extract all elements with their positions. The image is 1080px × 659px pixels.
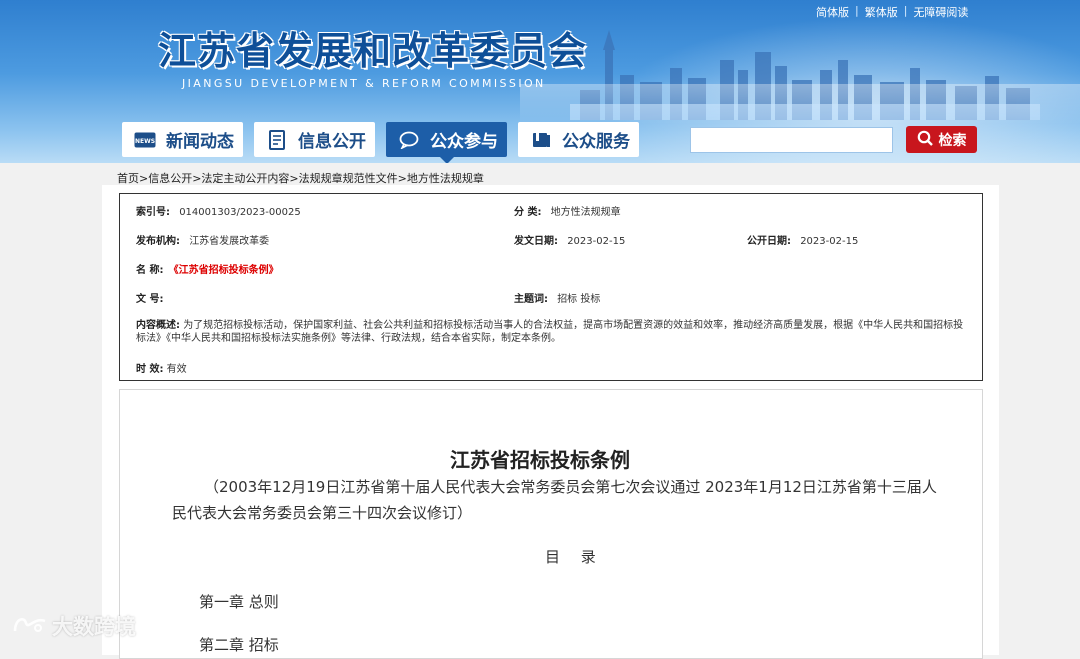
document-title: 江苏省招标投标条例 — [450, 448, 630, 472]
nav-label: 新闻动态 — [166, 132, 234, 152]
chapter-item[interactable]: 第一章 总则 — [199, 591, 279, 612]
nav-news[interactable]: NEWS 新闻动态 — [122, 122, 243, 157]
site-title[interactable]: 江苏省发展和改革委员会 — [158, 20, 587, 75]
publisher-value: 江苏省发展改革委 — [189, 236, 270, 247]
nav-label: 公众参与 — [430, 132, 498, 152]
top-links: 简体版 | 繁体版 | 无障碍阅读 — [816, 4, 968, 20]
index-field: 索引号: 014001303/2023-00025 — [136, 207, 301, 218]
category-value: 地方性法规规章 — [550, 207, 621, 218]
water-reflection — [520, 84, 1080, 124]
index-value: 014001303/2023-00025 — [179, 207, 301, 218]
summary-value: 为了规范招标投标活动，保护国家利益、社会公共利益和招标投标活动当事人的合法权益，… — [136, 320, 964, 344]
nav-public-participation[interactable]: 公众参与 — [386, 122, 507, 163]
publisher-field: 发布机构: 江苏省发展改革委 — [136, 236, 270, 247]
news-icon: NEWS — [134, 130, 156, 150]
site-subtitle: JIANGSU DEVELOPMENT & REFORM COMMISSION — [182, 77, 546, 90]
document-note: （2003年12月19日江苏省第十届人民代表大会常务委员会第七次会议通过 202… — [172, 478, 937, 522]
public-date-field: 公开日期: 2023-02-15 — [747, 236, 859, 247]
keyword-value: 招标 投标 — [557, 294, 601, 305]
search-button[interactable]: 检索 — [906, 126, 977, 153]
issue-date-field: 发文日期: 2023-02-15 — [514, 236, 626, 247]
chat-bubble-icon — [398, 130, 420, 150]
validity-value: 有效 — [166, 364, 187, 375]
breadcrumb[interactable]: 首页>信息公开>法定主动公开内容>法规规章规范性文件>地方性法规规章 — [117, 170, 484, 186]
validity-field: 时 效: 有效 — [136, 364, 187, 375]
document-icon — [266, 129, 288, 150]
divider: | — [903, 4, 908, 17]
category-field: 分 类: 地方性法规规章 — [514, 207, 621, 218]
search-icon — [917, 130, 933, 150]
watermark-logo-icon — [12, 613, 48, 640]
nav-label: 公众服务 — [562, 132, 630, 152]
svg-text:NEWS: NEWS — [135, 138, 155, 145]
site-header: 简体版 | 繁体版 | 无障碍阅读 江苏省发展和改革委员会 JIANGSU DE… — [0, 0, 1080, 163]
book-icon — [530, 130, 552, 150]
search-input[interactable] — [690, 127, 893, 153]
nav-info-public[interactable]: 信息公开 — [254, 122, 375, 157]
toc-heading: 目 录 — [545, 548, 604, 566]
info-table: 索引号: 014001303/2023-00025 分 类: 地方性法规规章 发… — [119, 193, 983, 381]
main-nav: NEWS 新闻动态 信息公开 公众参与 公众服务 — [122, 122, 639, 163]
summary-field: 内容概述: 为了规范招标投标活动，保护国家利益、社会公共利益和招标投标活动当事人… — [136, 320, 964, 344]
accessibility-link[interactable]: 无障碍阅读 — [913, 4, 968, 20]
issue-date-value: 2023-02-15 — [567, 236, 626, 247]
watermark: 大数跨境 — [12, 611, 136, 641]
nav-public-service[interactable]: 公众服务 — [518, 122, 639, 157]
simplified-link[interactable]: 简体版 — [816, 4, 849, 20]
name-field: 名 称: 《江苏省招标投标条例》 — [136, 265, 279, 276]
nav-label: 信息公开 — [298, 132, 366, 152]
keyword-field: 主题词: 招标 投标 — [514, 294, 601, 305]
public-date-value: 2023-02-15 — [800, 236, 859, 247]
docno-field: 文 号: — [136, 294, 164, 305]
traditional-link[interactable]: 繁体版 — [865, 4, 898, 20]
chapter-item[interactable]: 第二章 招标 — [199, 634, 279, 655]
watermark-text: 大数跨境 — [52, 615, 136, 639]
divider: | — [855, 4, 859, 17]
name-value: 《江苏省招标投标条例》 — [168, 265, 279, 276]
search-button-label: 检索 — [938, 132, 967, 149]
